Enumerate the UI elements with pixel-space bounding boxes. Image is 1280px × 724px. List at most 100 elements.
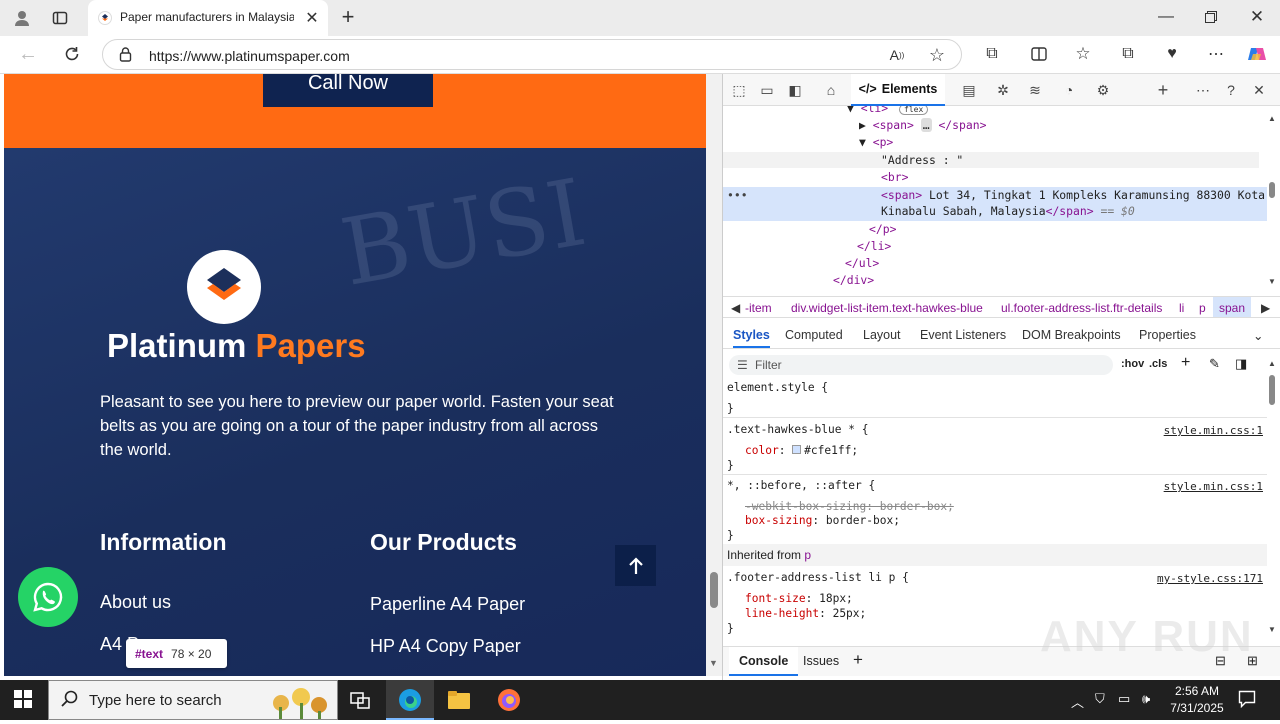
dom-node-span-collapsed[interactable]: ▶ <span> … </span> [859,118,986,132]
inspect-element-icon[interactable]: ⬚ [729,80,749,100]
about-us-link[interactable]: About us [100,592,171,613]
styles-scroll-up-icon[interactable]: ▲ [1268,359,1276,368]
firefox-icon[interactable] [497,688,521,717]
breadcrumb-item[interactable]: li [1179,301,1184,315]
call-now-button[interactable]: Call Now [263,74,433,107]
color-swatch[interactable] [792,445,802,454]
dom-scroll-up-icon[interactable]: ▲ [1268,114,1276,123]
dock-side-icon[interactable]: ◧ [785,80,805,100]
performance-icon[interactable]: ♥ [1158,40,1186,68]
tab-event-listeners[interactable]: Event Listeners [920,328,1006,342]
rule-universal-source-link[interactable]: style.min.css:1 [1164,480,1263,493]
read-aloud-icon[interactable]: A)) [883,41,911,69]
inherited-tag[interactable]: p [804,548,811,562]
back-icon[interactable]: ← [14,40,42,68]
dom-close-li[interactable]: </li> [857,239,891,253]
rule-box-sizing-decl[interactable]: box-sizing: border-box; [745,514,900,527]
taskbar-edge-app[interactable] [386,680,434,720]
tab-issues[interactable]: Issues [803,654,839,668]
tab-layout[interactable]: Layout [863,328,901,342]
styles-filter-input[interactable]: ☰ Filter [729,355,1113,375]
tray-network-icon[interactable]: ▭ [1118,691,1130,707]
rule-footer-address-source-link[interactable]: my-style.css:171 [1157,572,1263,585]
whatsapp-button[interactable] [18,567,78,627]
performance-icon[interactable]: ◔ [1059,80,1079,100]
dom-scroll-down-icon[interactable]: ▼ [1268,277,1276,286]
rule-hawkes-source-link[interactable]: style.min.css:1 [1164,424,1263,437]
add-drawer-tab-icon[interactable]: + [853,650,863,670]
breadcrumb-item[interactable]: -item [745,301,772,315]
brand-logo[interactable] [187,250,261,324]
rule-hawkes-selector[interactable]: .text-hawkes-blue * { [727,423,868,436]
styles-scroll-down-icon[interactable]: ▼ [1268,625,1276,634]
dom-close-div[interactable]: </div> [833,273,874,287]
tab-dom-breakpoints[interactable]: DOM Breakpoints [1022,328,1121,342]
lock-icon[interactable] [119,47,132,67]
tab-styles[interactable]: Styles [733,328,770,348]
profile-icon[interactable] [8,4,36,32]
tab-actions-icon[interactable] [46,4,74,32]
breadcrumb-right-arrow-icon[interactable]: ▶ [1261,301,1270,315]
hp-a4-link[interactable]: HP A4 Copy Paper [370,636,521,657]
breadcrumb-item[interactable]: ul.footer-address-list.ftr-details [1001,301,1162,315]
settings-gear-icon[interactable]: ⚙ [1093,80,1113,100]
dom-text-address[interactable]: "Address : " [881,153,963,167]
dom-node-span-selected-line2[interactable]: Kinabalu Sabah, Malaysia</span> == $0 [881,204,1135,218]
rule-font-size-decl[interactable]: font-size: 18px; [745,592,853,605]
close-tab-icon[interactable]: ✕ [298,4,326,32]
rule-universal-selector[interactable]: *, ::before, ::after { [727,479,875,492]
dom-node-p[interactable]: ▼ <p> [859,135,893,149]
cls-toggle[interactable]: .cls [1149,358,1167,370]
dom-close-ul[interactable]: </ul> [845,256,879,270]
favorite-star-icon[interactable]: ☆ [923,41,951,69]
minimize-icon[interactable]: — [1152,3,1180,31]
paperline-a4-link[interactable]: Paperline A4 Paper [370,594,525,615]
tab-computed[interactable]: Computed [785,328,843,342]
scroll-down-arrow-icon[interactable]: ▼ [709,658,718,668]
taskbar-search-input[interactable]: Type here to search [48,680,338,720]
reload-icon[interactable] [58,40,86,68]
new-tab-icon[interactable]: + [334,3,362,31]
flex-badge[interactable]: flex [899,106,929,115]
scroll-to-top-button[interactable] [615,545,656,586]
task-view-icon[interactable] [350,690,370,715]
customize-menu-icon[interactable]: ⋯ [1193,80,1213,100]
more-menu-icon[interactable]: ⋯ [1202,40,1230,68]
subtabs-chevron-icon[interactable]: ⌄ [1253,328,1263,343]
page-scrollbar[interactable]: ▼ [706,74,722,676]
breadcrumb-item[interactable]: div.widget-list-item.text-hawkes-blue [791,301,983,315]
tab-console[interactable]: Console [729,647,799,676]
styles-scrollbar[interactable]: ▲ ▼ [1267,359,1277,639]
favorites-icon[interactable]: ☆ [1069,40,1097,68]
tab-properties[interactable]: Properties [1139,328,1196,342]
notifications-icon[interactable] [1238,690,1256,713]
rule-webkit-decl[interactable]: -webkit-box-sizing: border-box; [745,500,954,513]
close-devtools-icon[interactable]: ✕ [1249,80,1269,100]
clock-time[interactable]: 2:56 AM [1162,684,1232,698]
tab-elements[interactable]: </> Elements [851,74,945,106]
restore-icon[interactable] [1197,3,1225,31]
tray-volume-icon[interactable]: 🕪 [1142,691,1150,707]
new-rule-plus-icon[interactable]: + [1181,354,1190,372]
device-emulation-icon[interactable]: ▭ [757,80,777,100]
row-menu-dots[interactable]: ••• [727,188,748,202]
clock-date[interactable]: 7/31/2025 [1162,701,1232,715]
breadcrumb-item-active[interactable]: span [1213,297,1252,317]
tray-security-icon[interactable]: ⛉ [1095,691,1105,707]
collections-icon[interactable]: ⧉ [1114,40,1142,68]
close-window-icon[interactable]: ✕ [1243,3,1271,31]
sources-bug-icon[interactable]: ✲ [993,80,1013,100]
rule-footer-address-selector[interactable]: .footer-address-list li p { [727,571,909,584]
breadcrumb-left-arrow-icon[interactable]: ◀ [731,301,740,315]
extensions-icon[interactable]: ⧉ [978,40,1006,68]
dom-node-br[interactable]: <br> [881,170,908,184]
windows-start-icon[interactable] [14,690,32,713]
rule-hawkes-decl[interactable]: color: #cfe1ff; [745,444,858,457]
dom-node-span-selected[interactable]: <span> Lot 34, Tingkat 1 Kompleks Karamu… [881,188,1265,202]
console-tab-icon[interactable]: ▤ [959,80,979,100]
copilot-icon[interactable] [1243,40,1271,68]
styles-scroll-thumb[interactable] [1269,375,1275,405]
help-icon[interactable]: ? [1221,80,1241,100]
tray-chevron-icon[interactable]: ︿ [1071,692,1084,711]
rule-element-style-selector[interactable]: element.style { [727,381,828,394]
